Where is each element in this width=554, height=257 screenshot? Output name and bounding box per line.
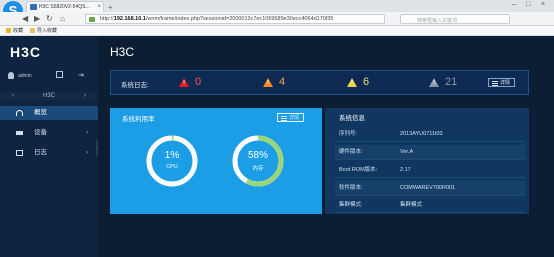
memory-label: 内存: [252, 166, 264, 172]
info-row-serial: 序列号: 2013AYU0711t03: [335, 127, 525, 142]
nav-prev-icon[interactable]: ‹: [12, 92, 14, 101]
syslog-detail-button[interactable]: 详情: [488, 78, 516, 87]
detail-label: 详情: [500, 80, 511, 86]
major-count: 4: [279, 76, 286, 88]
info-row-cluster: 集群模式: 集群模式: [335, 198, 525, 213]
maximize-icon[interactable]: □: [526, 1, 530, 8]
tab-close-icon[interactable]: ×: [97, 4, 101, 10]
cpu-gauge: [146, 135, 198, 187]
memory-gauge: [232, 135, 284, 187]
h3c-logo: H3C: [10, 44, 42, 60]
info-value: COMWAREV700R001: [400, 185, 456, 191]
syslog-bar: 系统日志: ! 0 ! 4 ! 6 ! 21 详情: [110, 70, 529, 95]
info-row-software: 软件版本: COMWAREV700R001: [335, 181, 525, 196]
info-key: 集群模式:: [339, 202, 363, 208]
usage-panel: 系统利用率 详情 1% CPU 58% 内存: [110, 108, 322, 214]
page-info-icon: [89, 17, 95, 22]
info-value: 集群模式: [400, 202, 423, 208]
info-key: 软件版本:: [339, 185, 363, 191]
major-warning-icon: !: [263, 78, 273, 87]
minor-count: 6: [363, 76, 370, 88]
search-placeholder: 搜索框输入关键词: [417, 18, 458, 24]
info-value: Ver.A: [400, 149, 414, 155]
nav-next-icon[interactable]: ›: [84, 92, 86, 101]
memory-value: 58%: [247, 150, 268, 161]
minor-warning-icon: !: [347, 78, 357, 87]
log-icon: [16, 150, 23, 156]
user-row: admin ⇥: [0, 70, 98, 82]
info-value: 2013AYU0711t03: [400, 131, 443, 137]
nav-header-label: H3C: [42, 93, 55, 99]
detail-label: 详情: [289, 115, 300, 121]
info-warning-icon: !: [429, 78, 439, 87]
critical-warning-icon: !: [179, 78, 189, 87]
sidebar-item-device[interactable]: 设备 ›: [0, 126, 98, 140]
info-key: Boot ROM版本:: [339, 167, 378, 173]
url-host: 192.168.10.1: [113, 16, 146, 22]
usage-title: 系统利用率: [122, 116, 155, 123]
cpu-label: CPU: [166, 164, 178, 170]
info-row-hardware: 硬件版本: Ver.A: [335, 145, 525, 160]
system-info-panel: 系统信息 序列号: 2013AYU0711t03 硬件版本: Ver.A Boot …: [325, 108, 529, 214]
info-key: 序列号:: [339, 131, 358, 137]
chevron-right-icon: ›: [86, 130, 88, 136]
info-value: 2.17: [400, 167, 411, 173]
new-tab-icon[interactable]: +: [108, 3, 113, 12]
forward-icon[interactable]: ▶: [34, 14, 40, 23]
favorites-item-import[interactable]: 导入收藏: [30, 27, 57, 34]
info-row-bootrom: Boot ROM版本: 2.17: [335, 163, 525, 178]
logout-icon[interactable]: ⇥: [78, 71, 84, 79]
tab-favicon-icon: [30, 4, 37, 10]
sidebar-item-label: 日志: [34, 149, 47, 156]
favorites-label: 收藏: [13, 28, 24, 34]
device-icon: [16, 131, 23, 135]
sidebar-item-overview[interactable]: 概览: [0, 106, 98, 120]
window-close-icon[interactable]: ×: [541, 1, 545, 8]
favorites-bar: [0, 26, 554, 36]
home-icon[interactable]: ⌂: [60, 14, 65, 23]
star-icon: [6, 28, 11, 33]
browser-search-input[interactable]: 搜索框输入关键词: [400, 14, 510, 24]
username: admin: [18, 73, 32, 79]
minimize-icon[interactable]: –: [512, 1, 516, 8]
favorites-item-star[interactable]: 收藏: [6, 27, 23, 34]
cpu-value: 1%: [164, 150, 180, 161]
import-favorites-label: 导入收藏: [37, 28, 58, 34]
sidebar-item-log[interactable]: 日志 ›: [0, 146, 98, 160]
refresh-icon[interactable]: ↻: [46, 14, 53, 23]
back-icon[interactable]: ◀: [22, 14, 28, 23]
system-info-title: 系统信息: [339, 115, 365, 122]
info-key: 硬件版本:: [339, 149, 363, 155]
critical-count: 0: [195, 76, 202, 88]
browser-tab[interactable]: H3C S5820V2-54QS... ×: [26, 1, 104, 12]
address-input[interactable]: http://192.168.10.1/wnm/frame/index.php?…: [85, 14, 385, 24]
cpu-gauge-track: [146, 135, 198, 187]
info-count: 21: [445, 76, 458, 88]
usage-detail-button[interactable]: 详情: [277, 113, 305, 122]
sidebar-nav-header[interactable]: ‹ H3C ›: [0, 92, 98, 101]
sidebar-item-label: 设备: [34, 129, 47, 136]
sidebar-item-label: 概览: [34, 109, 47, 116]
user-icon: [8, 72, 14, 79]
save-icon[interactable]: [56, 71, 63, 78]
list-icon: [492, 81, 498, 86]
chevron-right-icon: ›: [86, 150, 88, 156]
dashboard-icon: [16, 110, 23, 116]
tab-title: H3C S5820V2-54QS...: [39, 4, 90, 10]
page-title: H3C: [110, 45, 135, 59]
folder-icon: [30, 28, 35, 33]
url-path: /wnm/frame/index.php?sessionid=2000013c7…: [145, 16, 334, 22]
url-prefix: http://: [100, 16, 114, 22]
syslog-label: 系统日志:: [121, 82, 149, 89]
list-icon: [281, 116, 287, 121]
